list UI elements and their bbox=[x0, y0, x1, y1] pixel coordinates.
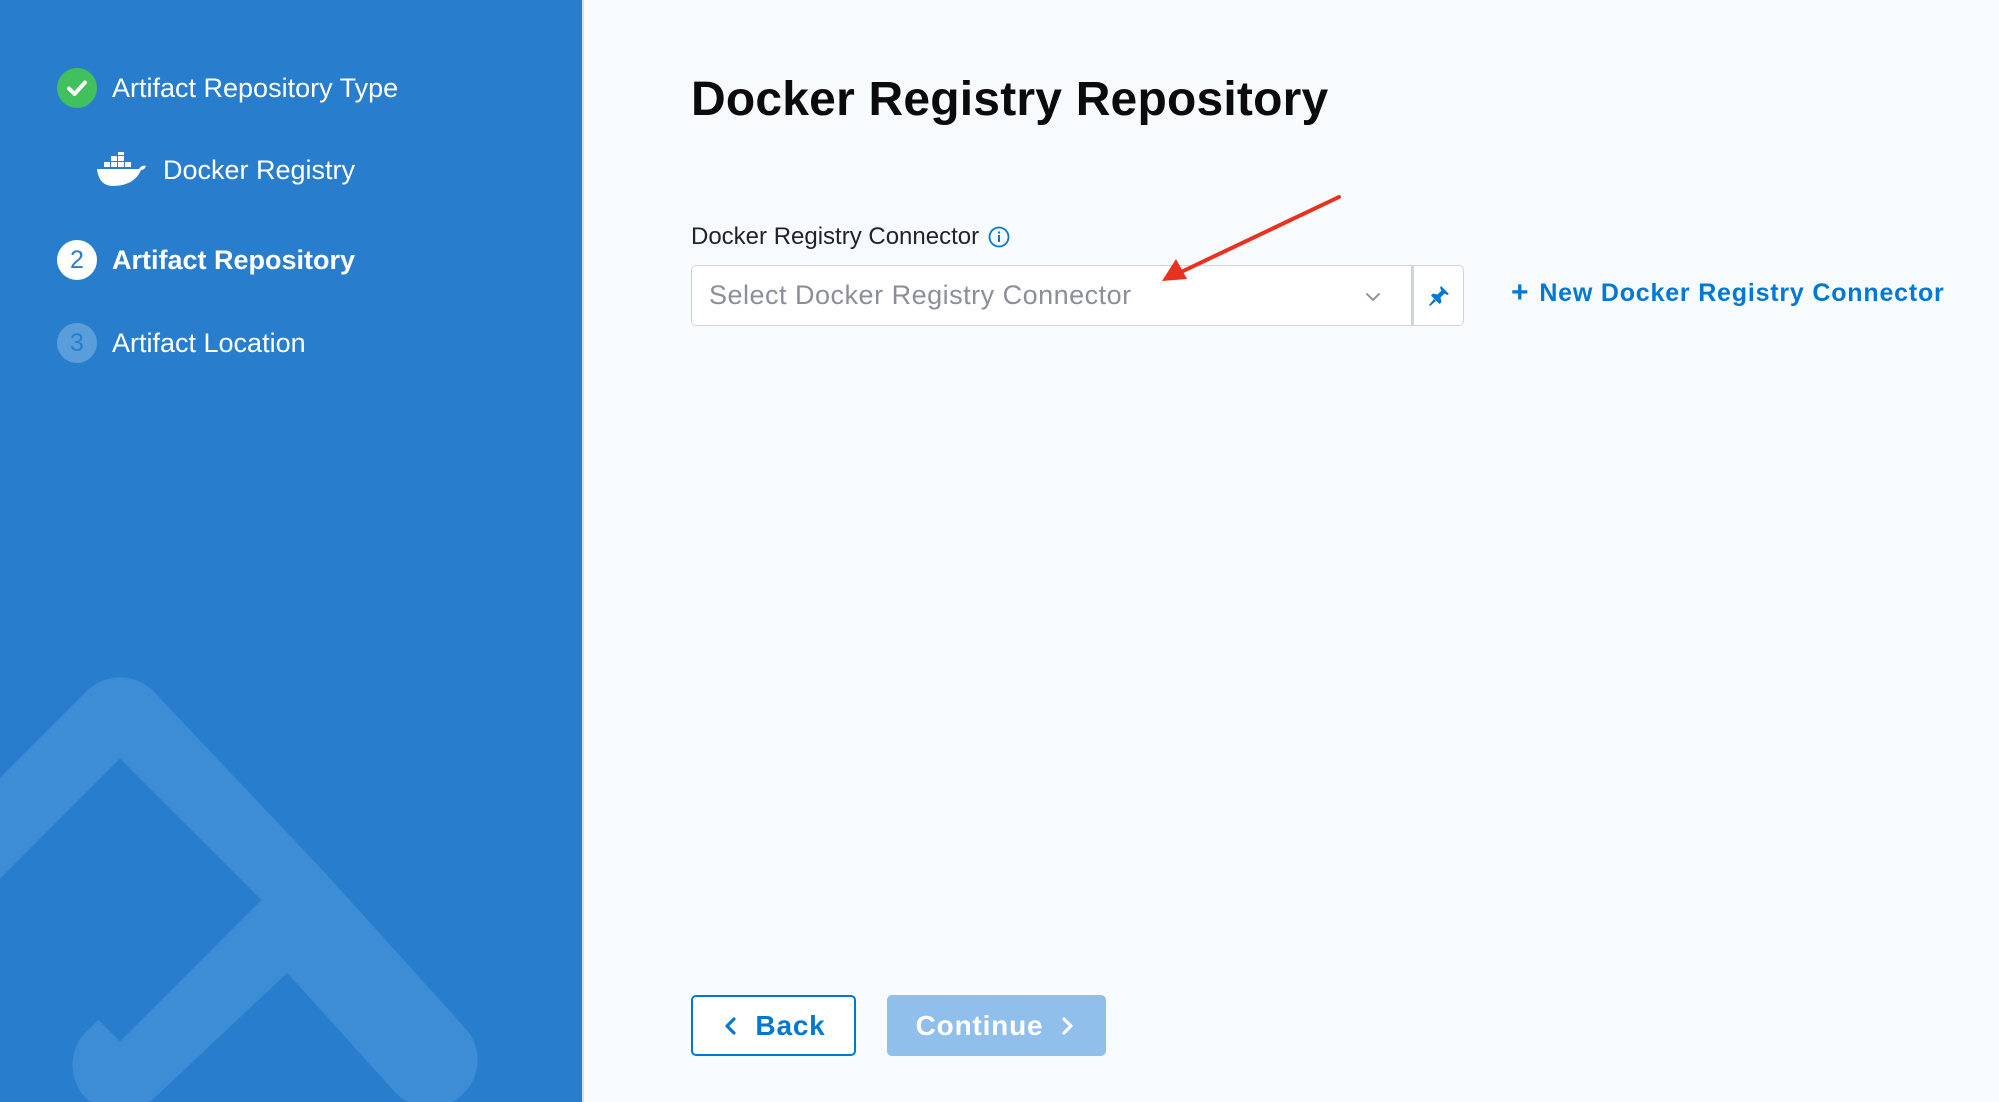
step-label: Artifact Location bbox=[112, 327, 306, 358]
back-button-label: Back bbox=[755, 1009, 826, 1041]
step-label: Artifact Repository bbox=[112, 244, 356, 275]
pin-button[interactable] bbox=[1412, 265, 1464, 326]
sub-step-label: Docker Registry bbox=[163, 154, 356, 185]
step-artifact-location[interactable]: 3 Artifact Location bbox=[57, 321, 306, 365]
plus-icon: + bbox=[1511, 276, 1530, 309]
wizard-frame: Artifact Repository Type Docker Registry… bbox=[0, 0, 1999, 1102]
chevron-down-icon bbox=[1366, 293, 1380, 301]
chevron-left-icon bbox=[725, 1016, 737, 1035]
wizard-main: Docker Registry Repository Docker Regist… bbox=[584, 0, 1999, 1102]
select-placeholder: Select Docker Registry Connector bbox=[709, 280, 1132, 310]
sub-step-docker-registry[interactable]: Docker Registry bbox=[95, 148, 355, 192]
chevron-right-icon bbox=[1062, 1016, 1073, 1035]
step-artifact-repository[interactable]: 2 Artifact Repository bbox=[57, 238, 355, 282]
connector-field-label: Docker Registry Connector bbox=[691, 223, 1011, 251]
continue-button-label: Continue bbox=[915, 1009, 1044, 1041]
new-connector-label: New Docker Registry Connector bbox=[1539, 278, 1945, 307]
new-connector-link[interactable]: + New Docker Registry Connector bbox=[1511, 276, 1945, 310]
step-label: Artifact Repository Type bbox=[112, 72, 399, 103]
wizard-sidebar: Artifact Repository Type Docker Registry… bbox=[0, 0, 582, 1102]
continue-button[interactable]: Continue bbox=[887, 995, 1106, 1056]
annotation-arrow-icon bbox=[1162, 195, 1341, 281]
back-button[interactable]: Back bbox=[691, 995, 856, 1056]
checkmark-icon bbox=[57, 68, 97, 108]
page-title: Docker Registry Repository bbox=[691, 73, 1329, 126]
pin-icon bbox=[1428, 285, 1449, 306]
field-label-text: Docker Registry Connector bbox=[691, 223, 980, 250]
step-number-badge: 3 bbox=[57, 323, 97, 363]
step-number-badge: 2 bbox=[57, 240, 97, 280]
docker-icon bbox=[97, 152, 146, 186]
step-artifact-repository-type[interactable]: Artifact Repository Type bbox=[57, 66, 398, 110]
info-icon[interactable] bbox=[987, 225, 1011, 249]
